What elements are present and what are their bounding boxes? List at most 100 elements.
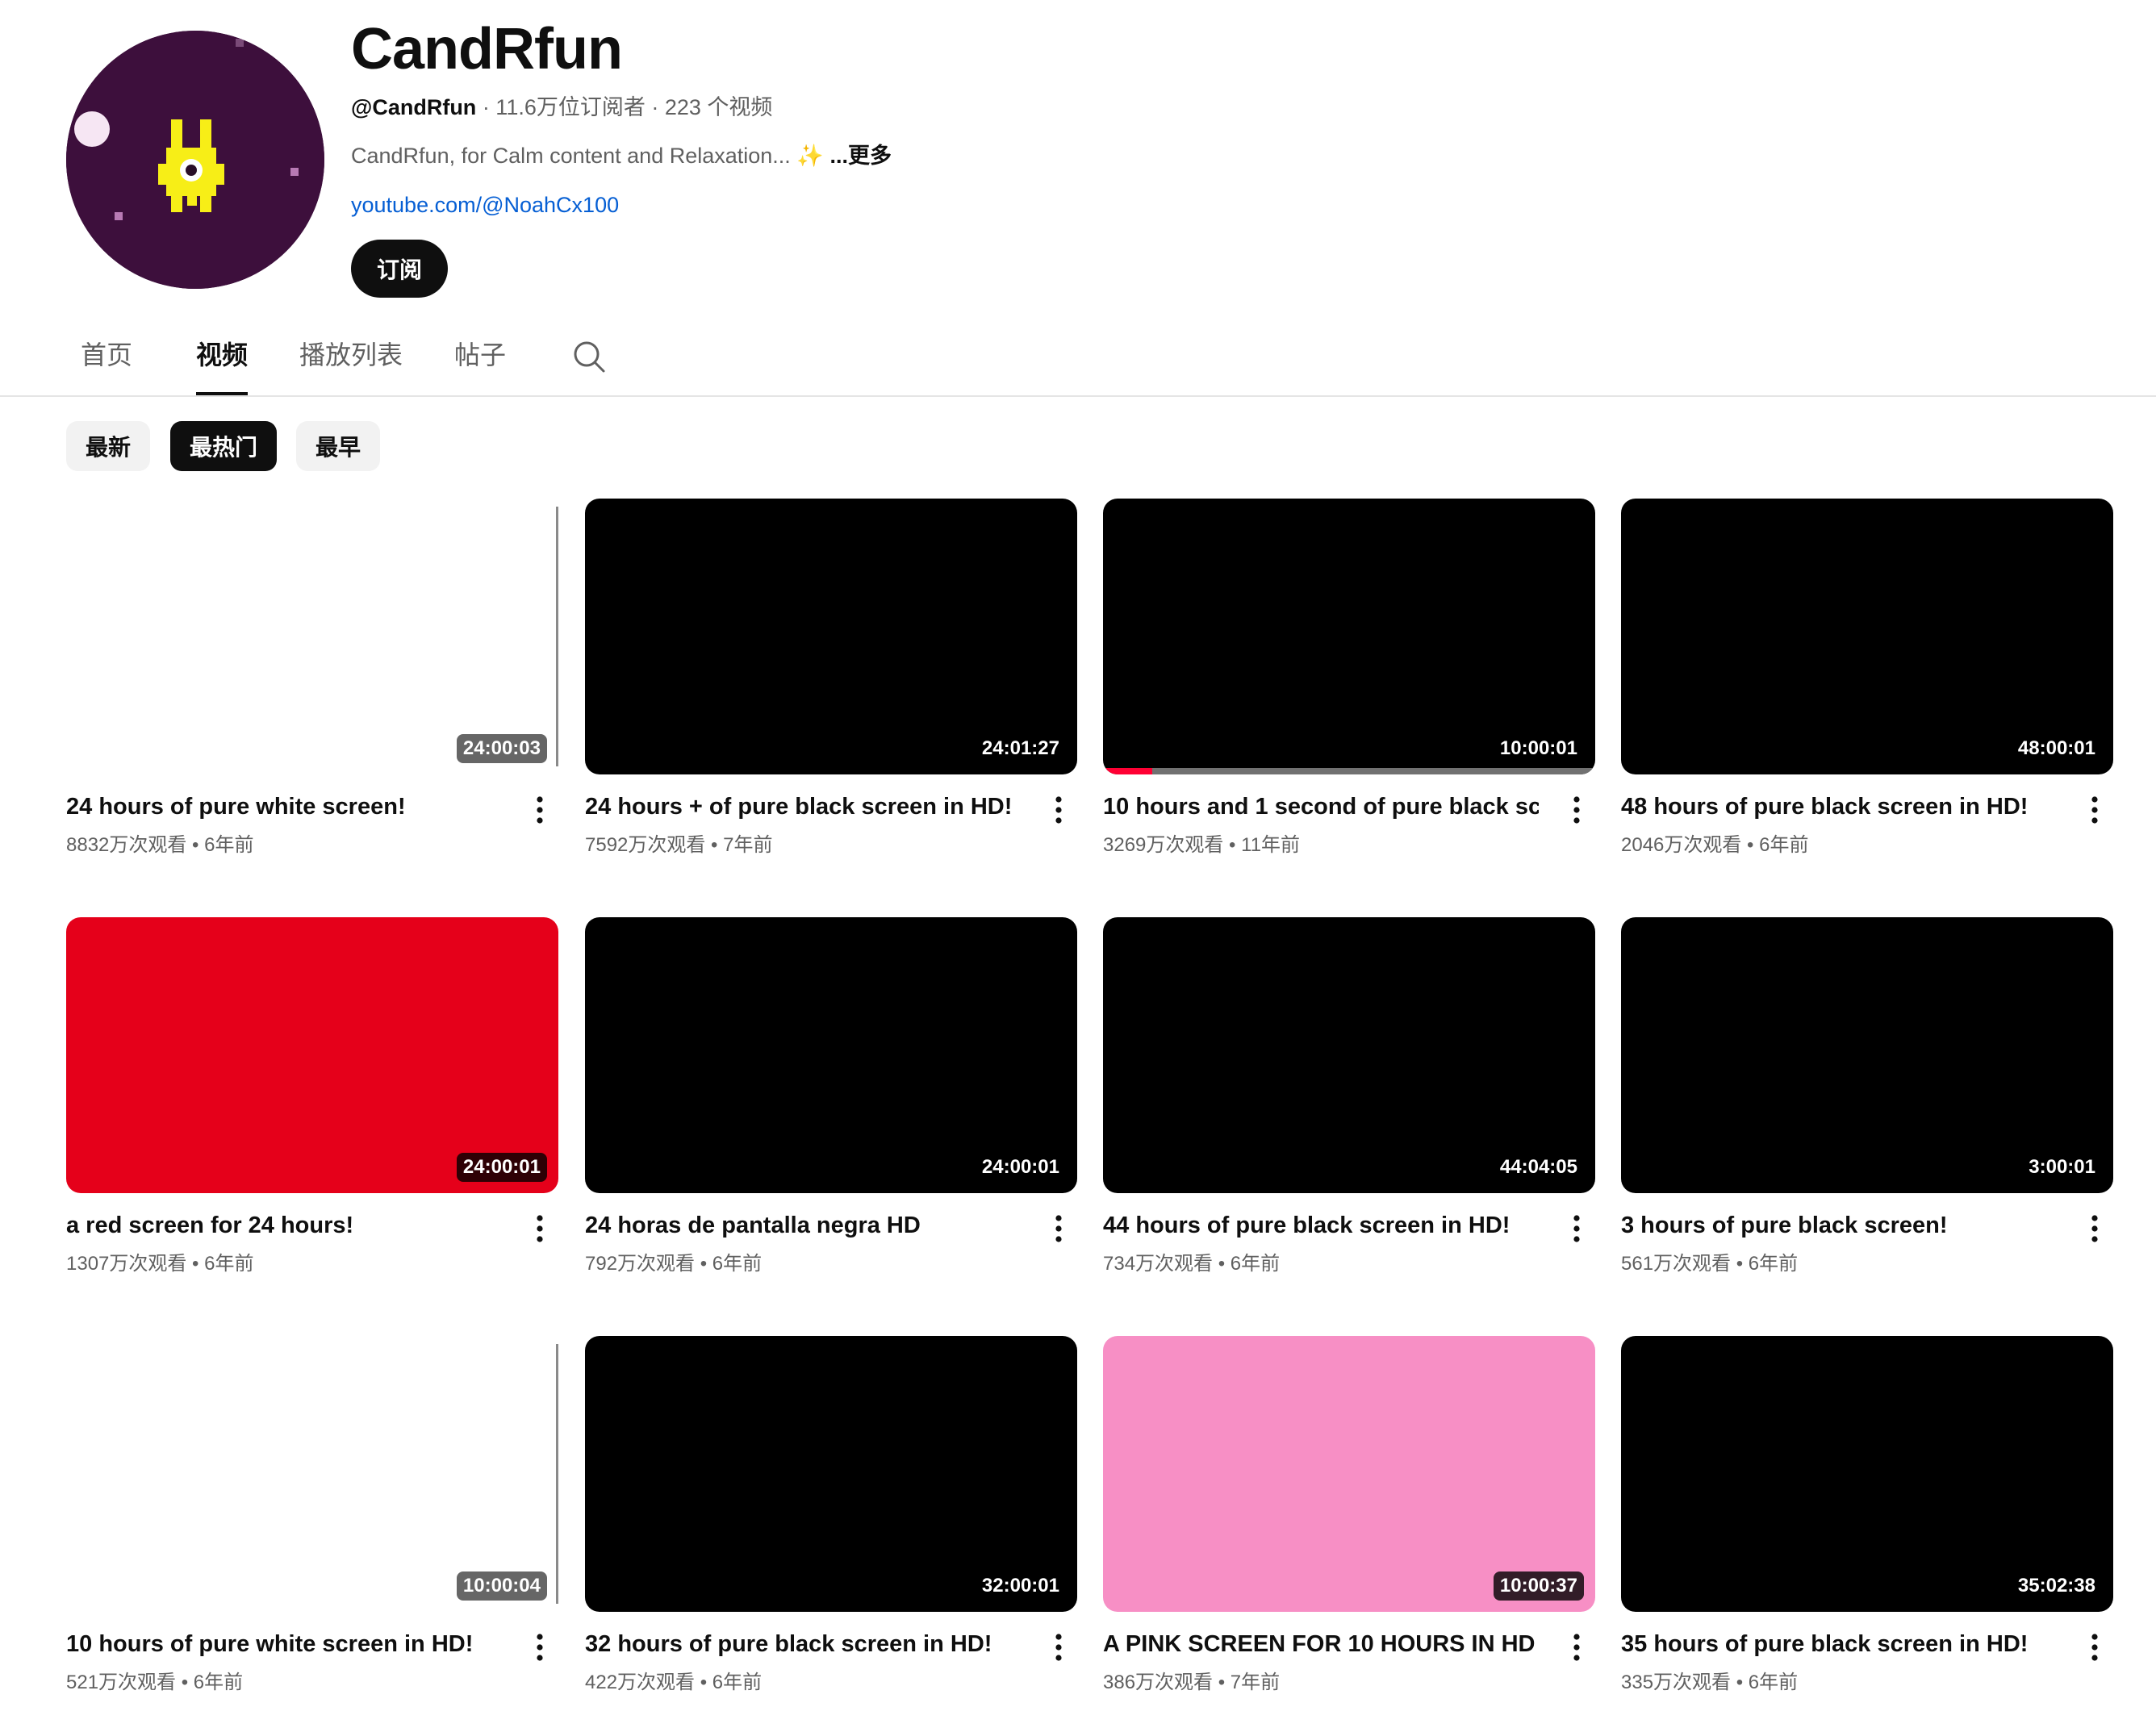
- video-title[interactable]: 35 hours of pure black screen in HD!: [1621, 1628, 2057, 1660]
- tab-playlists[interactable]: 播放列表: [299, 339, 403, 392]
- video-card[interactable]: 10:00:37 A PINK SCREEN FOR 10 HOURS IN HD…: [1103, 1336, 1595, 1723]
- tab-posts[interactable]: 帖子: [454, 339, 506, 392]
- video-title[interactable]: 24 hours of pure white screen!: [66, 791, 502, 823]
- video-title[interactable]: 44 hours of pure black screen in HD!: [1103, 1209, 1539, 1242]
- channel-tabs: 首页 视频 播放列表 帖子: [0, 323, 2156, 397]
- separator-dot: •: [1213, 1672, 1231, 1693]
- video-card[interactable]: 3:00:01 3 hours of pure black screen! 561万…: [1621, 917, 2113, 1304]
- more-vert-icon[interactable]: [526, 794, 554, 826]
- more-vert-icon[interactable]: [526, 1631, 554, 1663]
- view-count: 792万次观看: [585, 1253, 696, 1275]
- video-stats: 386万次观看 • 7年前: [1103, 1670, 1280, 1696]
- view-count: 8832万次观看: [66, 834, 187, 856]
- duration-badge: 24:01:27: [975, 734, 1066, 763]
- video-title[interactable]: 48 hours of pure black screen in HD!: [1621, 791, 2057, 823]
- channel-name: CandRfun: [351, 17, 623, 81]
- more-vert-icon[interactable]: [2081, 1213, 2108, 1245]
- more-vert-icon[interactable]: [1563, 1631, 1590, 1663]
- channel-avatar[interactable]: [66, 31, 324, 289]
- view-count: 734万次观看: [1103, 1253, 1214, 1275]
- separator-dot: •: [1213, 1253, 1231, 1275]
- more-vert-icon[interactable]: [1045, 1213, 1072, 1245]
- video-stats: 561万次观看 • 6年前: [1621, 1251, 1798, 1277]
- chip-latest[interactable]: 最新: [66, 421, 151, 471]
- channel-meta: @CandRfun · 11.6万位订阅者 · 223 个视频: [351, 91, 772, 123]
- video-title[interactable]: A PINK SCREEN FOR 10 HOURS IN HD: [1103, 1628, 1539, 1660]
- upload-age: 6年前: [1759, 834, 1809, 856]
- tab-home[interactable]: 首页: [81, 339, 132, 392]
- video-title[interactable]: 10 hours of pure white screen in HD!: [66, 1628, 502, 1660]
- view-count: 3269万次观看: [1103, 834, 1224, 856]
- upload-age: 6年前: [204, 1253, 254, 1275]
- video-title[interactable]: 10 hours and 1 second of pure black scre…: [1103, 791, 1539, 823]
- video-thumbnail[interactable]: 48:00:01: [1621, 499, 2113, 774]
- separator-dot: •: [1741, 834, 1760, 856]
- video-card[interactable]: 24:00:03 24 hours of pure white screen! 88…: [66, 499, 558, 886]
- sparkle-icon: ✨: [796, 144, 824, 168]
- video-thumbnail[interactable]: 24:00:03: [66, 499, 558, 774]
- more-vert-icon[interactable]: [2081, 794, 2108, 826]
- more-link[interactable]: ...更多: [824, 144, 892, 168]
- tab-videos[interactable]: 视频: [196, 339, 249, 395]
- more-vert-icon[interactable]: [2081, 1631, 2108, 1663]
- subscribe-button[interactable]: 订阅: [351, 240, 448, 298]
- video-thumbnail[interactable]: 3:00:01: [1621, 917, 2113, 1193]
- more-vert-icon[interactable]: [1563, 794, 1590, 826]
- video-card[interactable]: 10:00:04 10 hours of pure white screen in…: [66, 1336, 558, 1723]
- view-count: 521万次观看: [66, 1672, 177, 1693]
- video-card[interactable]: 48:00:01 48 hours of pure black screen in…: [1621, 499, 2113, 886]
- chip-oldest[interactable]: 最早: [296, 421, 381, 471]
- video-thumbnail[interactable]: 24:00:01: [66, 917, 558, 1193]
- more-vert-icon[interactable]: [1563, 1213, 1590, 1245]
- video-stats: 734万次观看 • 6年前: [1103, 1251, 1280, 1277]
- video-title[interactable]: 24 horas de pantalla negra HD: [585, 1209, 1021, 1242]
- video-thumbnail[interactable]: 24:00:01: [585, 917, 1077, 1193]
- separator-dot: •: [186, 834, 205, 856]
- view-count: 335万次观看: [1621, 1672, 1732, 1693]
- upload-age: 11年前: [1241, 834, 1301, 856]
- more-vert-icon[interactable]: [526, 1213, 554, 1245]
- video-card[interactable]: 24:01:27 24 hours + of pure black screen …: [585, 499, 1077, 886]
- watch-progress-bar: [1103, 768, 1595, 774]
- duration-badge: 35:02:38: [2011, 1571, 2102, 1601]
- view-count: 7592万次观看: [585, 834, 706, 856]
- video-stats: 521万次观看 • 6年前: [66, 1670, 243, 1696]
- duration-badge: 24:00:01: [975, 1153, 1066, 1182]
- channel-link[interactable]: youtube.com/@NoahCx100: [351, 189, 619, 221]
- video-thumbnail[interactable]: 44:04:05: [1103, 917, 1595, 1193]
- video-card[interactable]: 10:00:01 10 hours and 1 second of pure bl…: [1103, 499, 1595, 886]
- video-title[interactable]: 3 hours of pure black screen!: [1621, 1209, 2057, 1242]
- video-card[interactable]: 32:00:01 32 hours of pure black screen in…: [585, 1336, 1077, 1723]
- video-thumbnail[interactable]: 10:00:04: [66, 1336, 558, 1612]
- video-thumbnail[interactable]: 10:00:01: [1103, 499, 1595, 774]
- video-thumbnail[interactable]: 24:01:27: [585, 499, 1077, 774]
- separator-dot: •: [705, 834, 724, 856]
- search-icon[interactable]: [571, 339, 607, 374]
- chip-popular[interactable]: 最热门: [170, 421, 278, 471]
- video-thumbnail[interactable]: 10:00:37: [1103, 1336, 1595, 1612]
- video-thumbnail[interactable]: 32:00:01: [585, 1336, 1077, 1612]
- more-vert-icon[interactable]: [1045, 794, 1072, 826]
- duration-badge: 44:04:05: [1493, 1153, 1584, 1182]
- video-card[interactable]: 35:02:38 35 hours of pure black screen in…: [1621, 1336, 2113, 1723]
- duration-badge: 24:00:01: [456, 1153, 547, 1182]
- video-thumbnail[interactable]: 35:02:38: [1621, 1336, 2113, 1612]
- separator-dot: •: [1731, 1253, 1749, 1275]
- video-stats: 792万次观看 • 6年前: [585, 1251, 762, 1277]
- duration-badge: 10:00:37: [1493, 1571, 1584, 1601]
- duration-badge: 10:00:01: [1493, 734, 1584, 763]
- upload-age: 6年前: [1748, 1253, 1799, 1275]
- video-card[interactable]: 44:04:05 44 hours of pure black screen in…: [1103, 917, 1595, 1304]
- video-title[interactable]: a red screen for 24 hours!: [66, 1209, 502, 1242]
- video-title[interactable]: 32 hours of pure black screen in HD!: [585, 1628, 1021, 1660]
- video-card[interactable]: 24:00:01 a red screen for 24 hours! 1307万次…: [66, 917, 558, 1304]
- video-card[interactable]: 24:00:01 24 horas de pantalla negra HD 792…: [585, 917, 1077, 1304]
- separator-dot: •: [1731, 1672, 1749, 1693]
- watch-progress-fill: [1103, 768, 1152, 774]
- video-title[interactable]: 24 hours + of pure black screen in HD!: [585, 791, 1021, 823]
- channel-description[interactable]: CandRfun, for Calm content and Relaxatio…: [351, 140, 892, 172]
- upload-age: 6年前: [1230, 1253, 1281, 1275]
- more-vert-icon[interactable]: [1045, 1631, 1072, 1663]
- separator-dot: •: [186, 1253, 205, 1275]
- upload-age: 6年前: [712, 1672, 763, 1693]
